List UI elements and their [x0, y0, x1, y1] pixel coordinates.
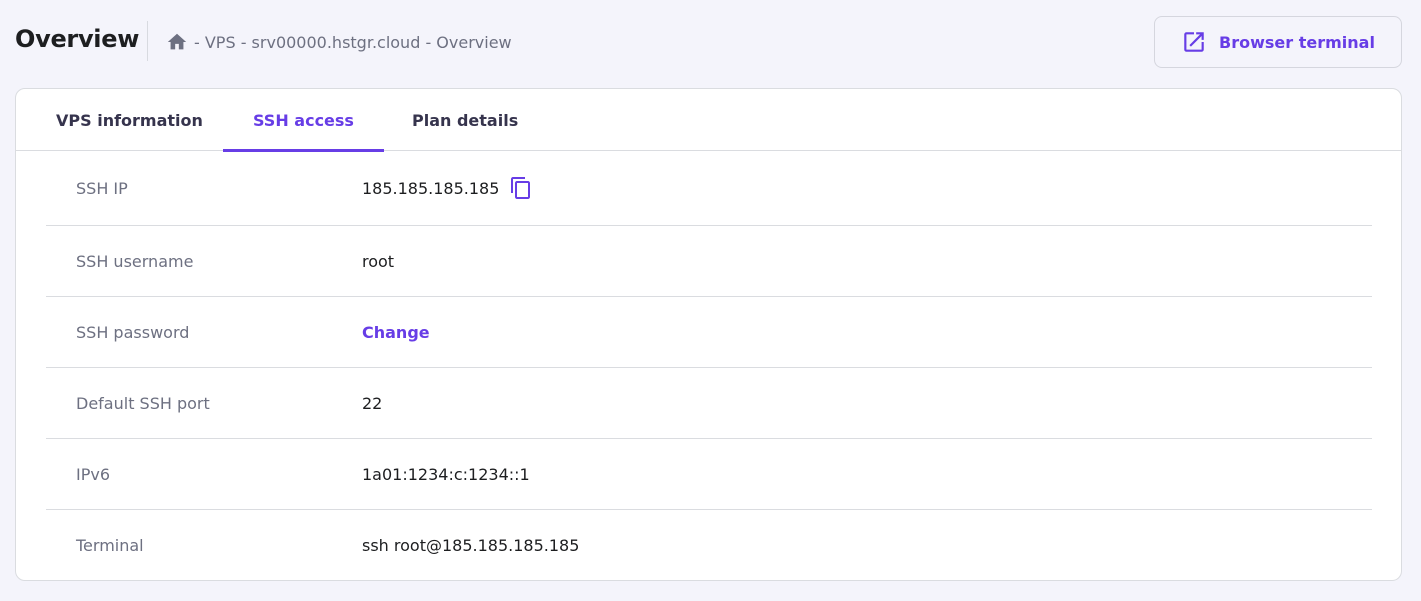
external-link-icon	[1181, 29, 1207, 55]
ssh-ip-label: SSH IP	[46, 179, 362, 198]
row-ssh-username: SSH username root	[46, 226, 1372, 297]
row-ssh-port: Default SSH port 22	[46, 368, 1372, 439]
ssh-card: VPS information SSH access Plan details …	[15, 88, 1402, 581]
page-header: Overview - VPS - srv00000.hstgr.cloud - …	[0, 0, 1421, 84]
row-ssh-ip: SSH IP 185.185.185.185	[46, 151, 1372, 226]
tab-vps-information[interactable]: VPS information	[26, 89, 233, 151]
tab-plan-details[interactable]: Plan details	[382, 89, 548, 151]
breadcrumb-path: - VPS - srv00000.hstgr.cloud - Overview	[194, 33, 512, 52]
ssh-ip-value: 185.185.185.185	[362, 179, 499, 198]
ssh-port-value: 22	[362, 394, 382, 413]
breadcrumb: - VPS - srv00000.hstgr.cloud - Overview	[166, 30, 512, 54]
header-divider	[147, 21, 148, 61]
home-icon[interactable]	[166, 31, 188, 53]
ipv6-value: 1a01:1234:c:1234::1	[362, 465, 530, 484]
ssh-username-label: SSH username	[46, 252, 362, 271]
terminal-command-value: ssh root@185.185.185.185	[362, 536, 579, 555]
terminal-label: Terminal	[46, 536, 362, 555]
row-terminal: Terminal ssh root@185.185.185.185	[46, 510, 1372, 581]
tab-ssh-access[interactable]: SSH access	[223, 89, 384, 151]
tab-bar: VPS information SSH access Plan details	[16, 89, 1401, 151]
ssh-username-value: root	[362, 252, 394, 271]
ssh-ip-value-wrap: 185.185.185.185	[362, 176, 533, 200]
ipv6-label: IPv6	[46, 465, 362, 484]
row-ipv6: IPv6 1a01:1234:c:1234::1	[46, 439, 1372, 510]
browser-terminal-label: Browser terminal	[1219, 33, 1375, 52]
row-ssh-password: SSH password Change	[46, 297, 1372, 368]
page-title: Overview	[15, 25, 139, 53]
ssh-port-label: Default SSH port	[46, 394, 362, 413]
browser-terminal-button[interactable]: Browser terminal	[1154, 16, 1402, 68]
copy-icon[interactable]	[509, 176, 533, 200]
ssh-password-label: SSH password	[46, 323, 362, 342]
ssh-details-list: SSH IP 185.185.185.185 SSH username root…	[46, 151, 1372, 581]
change-password-link[interactable]: Change	[362, 323, 430, 342]
